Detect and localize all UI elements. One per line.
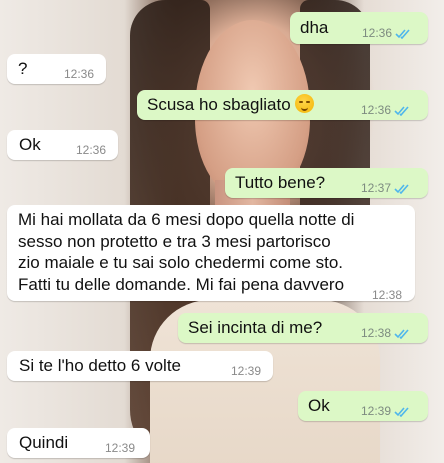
message-meta: 12:36 <box>76 140 106 161</box>
message-time: 12:37 <box>361 181 392 195</box>
message-text: dha <box>300 18 329 37</box>
message-meta: 12:39 <box>231 361 261 382</box>
read-ticks-icon <box>394 406 409 417</box>
message-bubble-incoming[interactable]: Quindi 12:39 <box>7 428 150 458</box>
message-bubble-incoming[interactable]: Si te l'ho detto 6 volte 12:39 <box>7 351 273 381</box>
message-text-content: Scusa ho sbagliato <box>147 95 291 114</box>
message-meta: 12:38 <box>361 323 410 344</box>
message-text: ? <box>18 59 28 78</box>
message-time: 12:39 <box>361 404 392 418</box>
message-time: 12:38 <box>361 326 392 340</box>
message-meta: 12:38 <box>372 285 402 306</box>
read-ticks-icon <box>395 28 410 39</box>
message-text: Si te l'ho detto 6 volte <box>19 356 182 375</box>
message-text: Quindi <box>19 433 69 452</box>
message-meta: 12:37 <box>361 178 410 199</box>
read-ticks-icon <box>394 183 409 194</box>
message-time: 12:36 <box>76 143 107 157</box>
message-text: Scusa ho sbagliato <box>147 94 314 115</box>
message-time: 12:38 <box>372 288 403 302</box>
message-line: Fatti tu delle domande. Mi fai pena davv… <box>18 274 345 294</box>
message-meta: 12:39 <box>105 438 135 459</box>
message-line: sesso non protetto e tra 3 mesi partoris… <box>18 231 331 251</box>
read-ticks-icon <box>394 328 409 339</box>
message-list[interactable]: dha 12:36 ? 12:36 Scusa ho sbagliato 12:… <box>0 0 444 463</box>
message-text: Ok <box>19 135 41 154</box>
message-meta: 12:39 <box>361 401 410 422</box>
message-bubble-outgoing[interactable]: Ok 12:39 <box>298 391 428 421</box>
message-bubble-outgoing[interactable]: dha 12:36 <box>290 12 428 44</box>
smirking-face-emoji-icon <box>294 94 314 113</box>
message-bubble-incoming[interactable]: Ok 12:36 <box>7 130 118 160</box>
message-bubble-outgoing[interactable]: Scusa ho sbagliato 12:36 <box>137 90 428 120</box>
message-bubble-outgoing[interactable]: Sei incinta di me? 12:38 <box>178 313 428 343</box>
message-line: zio maiale e tu sai solo chedermi come s… <box>18 253 344 272</box>
message-meta: 12:36 <box>361 100 410 121</box>
message-time: 12:36 <box>362 26 393 40</box>
message-text: Mi hai mollata da 6 mesi dopo quella not… <box>18 209 354 295</box>
message-text: Sei incinta di me? <box>188 318 323 337</box>
message-time: 12:36 <box>64 67 95 81</box>
message-meta: 12:36 <box>362 23 411 44</box>
message-bubble-incoming[interactable]: ? 12:36 <box>7 54 106 84</box>
read-ticks-icon <box>394 105 409 116</box>
message-time: 12:36 <box>361 103 392 117</box>
message-time: 12:39 <box>105 441 136 455</box>
message-meta: 12:36 <box>64 64 94 85</box>
message-text: Ok <box>308 396 330 415</box>
message-bubble-incoming[interactable]: Mi hai mollata da 6 mesi dopo quella not… <box>7 205 415 302</box>
message-text: Tutto bene? <box>235 173 326 192</box>
message-time: 12:39 <box>231 364 262 378</box>
message-bubble-outgoing[interactable]: Tutto bene? 12:37 <box>225 168 428 198</box>
message-line: Mi hai mollata da 6 mesi dopo quella not… <box>18 210 355 229</box>
